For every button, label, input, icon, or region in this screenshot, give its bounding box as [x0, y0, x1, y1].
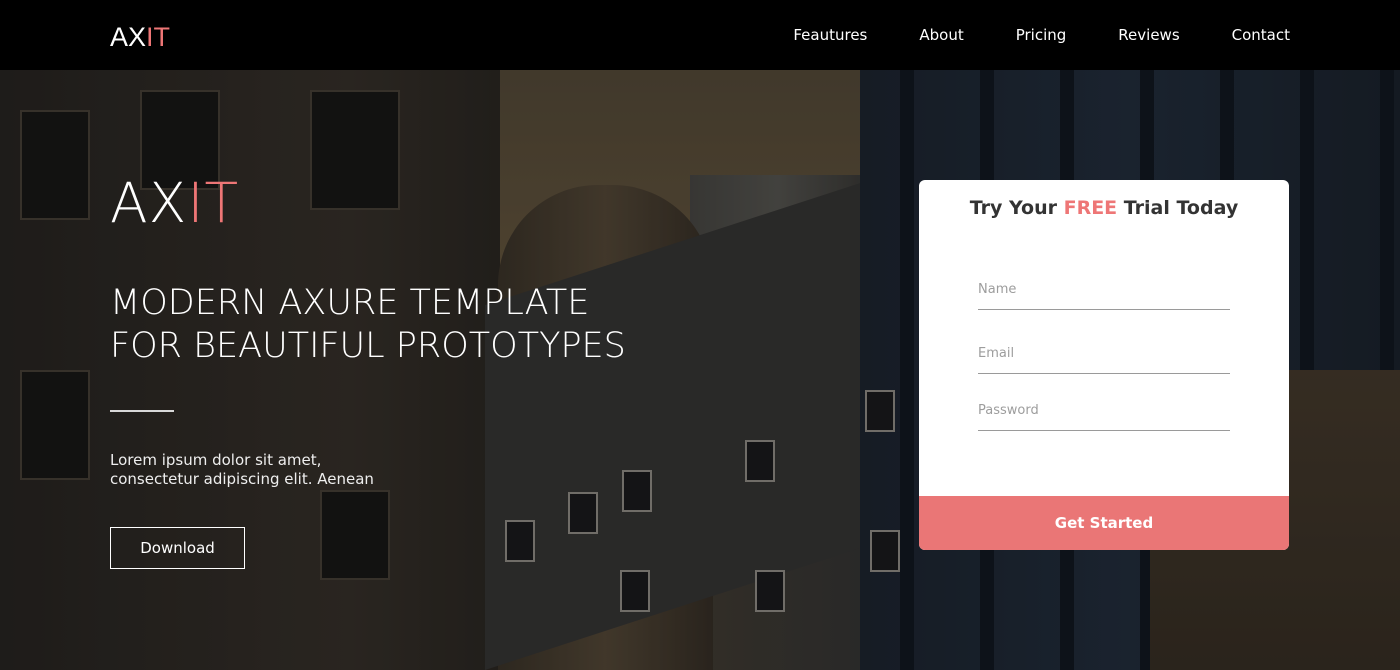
nav-link-reviews[interactable]: Reviews — [1118, 26, 1179, 44]
card-title-pre: Try Your — [969, 197, 1064, 219]
nav-logo-accent: IT — [146, 22, 171, 52]
hero-headline-line2: FOR BEAUTIFUL PROTOTYPES — [110, 326, 626, 366]
hero-subtext-line1: Lorem ipsum dolor sit amet, — [110, 451, 322, 469]
nav-logo-main: AX — [110, 22, 147, 52]
password-field[interactable] — [978, 391, 1230, 430]
nav-logo[interactable]: AXIT — [110, 21, 170, 53]
hero-subtext: Lorem ipsum dolor sit amet, consectetur … — [110, 451, 410, 489]
nav-links: Feautures About Pricing Reviews Contact — [741, 0, 1290, 70]
email-field[interactable] — [978, 334, 1230, 373]
nav-link-features[interactable]: Feautures — [793, 26, 867, 44]
name-field[interactable] — [978, 270, 1230, 309]
hero-logo: AXIT — [110, 172, 239, 234]
nav-link-about[interactable]: About — [919, 26, 963, 44]
email-field-wrapper — [978, 334, 1230, 374]
hero-divider — [110, 410, 174, 412]
trial-signup-card: Try Your FREE Trial Today Get Started — [919, 180, 1289, 550]
nav-link-contact[interactable]: Contact — [1232, 26, 1290, 44]
card-title-post: Trial Today — [1117, 197, 1239, 219]
hero-headline-line1: MODERN AXURE TEMPLATE — [110, 283, 590, 323]
card-title: Try Your FREE Trial Today — [919, 197, 1289, 219]
name-field-wrapper — [978, 270, 1230, 310]
download-button[interactable]: Download — [110, 527, 245, 569]
card-title-free: FREE — [1063, 197, 1118, 219]
hero-logo-accent: IT — [187, 171, 240, 235]
hero-headline: MODERN AXURE TEMPLATE FOR BEAUTIFUL PROT… — [110, 282, 626, 368]
nav-link-pricing[interactable]: Pricing — [1016, 26, 1067, 44]
get-started-button[interactable]: Get Started — [919, 496, 1289, 550]
password-field-wrapper — [978, 391, 1230, 431]
hero-logo-main: AX — [110, 171, 188, 235]
top-navbar: AXIT Feautures About Pricing Reviews Con… — [0, 0, 1400, 70]
hero-subtext-line2: consectetur adipiscing elit. Aenean — [110, 470, 374, 488]
